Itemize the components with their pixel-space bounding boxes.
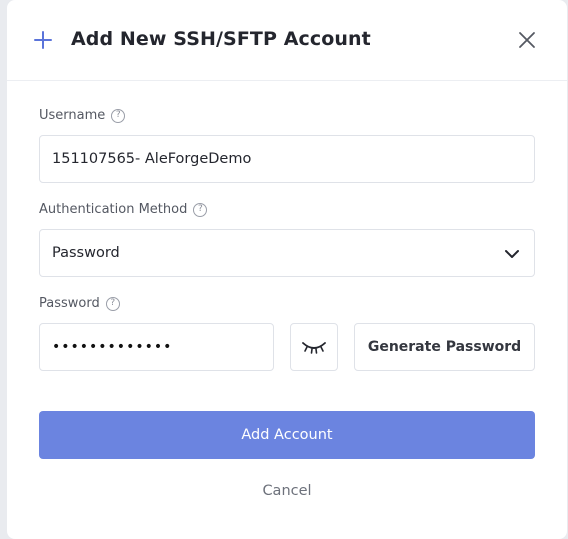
add-account-button[interactable]: Add Account <box>39 411 535 459</box>
auth-method-select[interactable]: Password <box>39 229 535 277</box>
username-label-row: Username ? <box>39 108 126 123</box>
auth-method-selected-value: Password <box>52 245 120 261</box>
close-button[interactable] <box>515 28 539 52</box>
cancel-button[interactable]: Cancel <box>237 478 337 504</box>
close-icon <box>519 32 535 48</box>
help-icon[interactable]: ? <box>105 296 120 311</box>
password-label: Password <box>39 296 100 311</box>
chevron-down-icon <box>505 250 519 258</box>
username-label: Username <box>39 108 106 123</box>
generate-password-button[interactable]: Generate Password <box>354 323 535 371</box>
password-label-row: Password ? <box>39 296 120 311</box>
username-field-box <box>39 135 535 183</box>
password-input[interactable]: ••••••••••••• <box>39 323 274 371</box>
help-icon[interactable]: ? <box>193 202 208 217</box>
eye-closed-icon <box>302 342 326 354</box>
help-icon[interactable]: ? <box>111 108 126 123</box>
username-input[interactable] <box>52 151 534 167</box>
add-ssh-account-dialog: Add New SSH/SFTP Account Username ? Auth… <box>7 0 567 539</box>
auth-method-label: Authentication Method <box>39 202 188 217</box>
dialog-header: Add New SSH/SFTP Account <box>7 0 567 81</box>
plus-icon <box>34 31 52 49</box>
toggle-password-visibility-button[interactable] <box>290 323 338 371</box>
password-masked-value: ••••••••••••• <box>52 339 173 355</box>
auth-method-label-row: Authentication Method ? <box>39 202 208 217</box>
dialog-title: Add New SSH/SFTP Account <box>71 28 371 50</box>
